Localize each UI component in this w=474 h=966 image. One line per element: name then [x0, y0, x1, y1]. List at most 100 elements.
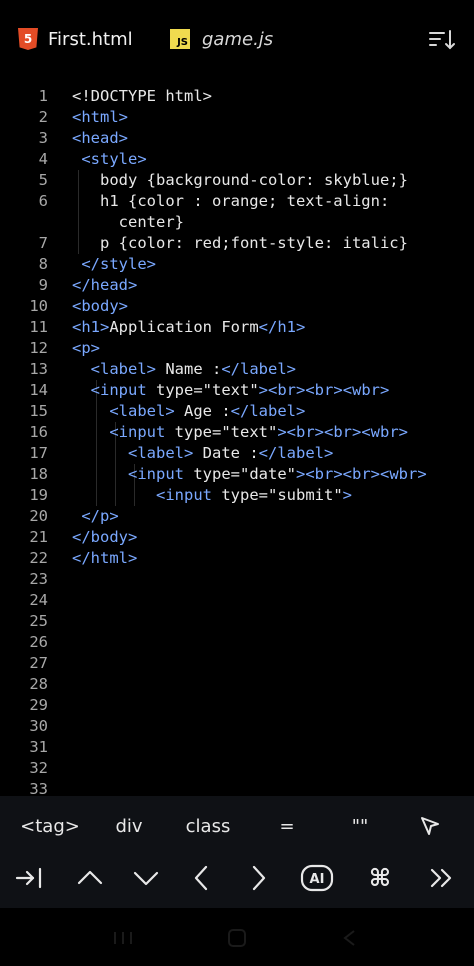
tab-first-html[interactable]: 5 First.html: [18, 24, 133, 54]
line-number: 17: [29, 444, 48, 462]
code-line[interactable]: center}: [0, 212, 474, 233]
code-line[interactable]: 33: [0, 779, 474, 796]
code-line[interactable]: 24: [0, 590, 474, 611]
key-down[interactable]: [120, 856, 172, 900]
code-text: <label> Age :</label>: [109, 402, 306, 420]
code-line[interactable]: 30: [0, 716, 474, 737]
code-line[interactable]: 6 h1 {color : orange; text-align:: [0, 191, 474, 212]
key-class[interactable]: class: [172, 806, 244, 846]
code-text: </p>: [81, 507, 119, 525]
code-line[interactable]: 25: [0, 611, 474, 632]
key-quotes[interactable]: "": [324, 806, 396, 846]
code-line[interactable]: 29: [0, 695, 474, 716]
line-number: 16: [29, 423, 48, 441]
key-equals[interactable]: =: [251, 806, 323, 846]
line-number: 9: [38, 276, 48, 294]
key-cursor-pointer[interactable]: [394, 806, 466, 846]
code-line[interactable]: 26: [0, 632, 474, 653]
code-line[interactable]: 28: [0, 674, 474, 695]
home-icon[interactable]: [226, 928, 248, 948]
code-text: </style>: [81, 255, 157, 273]
code-line[interactable]: 15 <label> Age :</label>: [0, 401, 474, 422]
code-line[interactable]: 9 </head>: [0, 275, 474, 296]
js-icon: JS: [170, 29, 190, 49]
code-line[interactable]: 2 <html>: [0, 107, 474, 128]
line-number: 11: [29, 318, 48, 336]
chevron-down-icon: [133, 871, 159, 886]
code-line[interactable]: 11 <h1>Application Form</h1>: [0, 317, 474, 338]
code-text: h1 {color : orange; text-align:: [72, 192, 390, 210]
code-text: <input type="submit">: [156, 486, 352, 504]
key-label: ⌘: [369, 864, 391, 892]
navigation-key-row: AI ⌘: [0, 856, 474, 900]
tab-icon: [15, 867, 42, 889]
line-number: 26: [29, 633, 48, 651]
code-line[interactable]: 4 <style>: [0, 149, 474, 170]
code-line[interactable]: 27: [0, 653, 474, 674]
key-ai[interactable]: AI: [291, 856, 343, 900]
back-icon[interactable]: [340, 928, 360, 948]
code-text: center}: [72, 213, 184, 231]
key-right[interactable]: [232, 856, 284, 900]
line-number: 19: [29, 486, 48, 504]
line-number: 7: [38, 234, 48, 252]
code-line[interactable]: 19 <input type="submit">: [0, 485, 474, 506]
code-line[interactable]: 17 <label> Date :</label>: [0, 443, 474, 464]
code-text: </html>: [72, 549, 138, 567]
code-line[interactable]: 32: [0, 758, 474, 779]
key-command[interactable]: ⌘: [354, 856, 406, 900]
line-number: 5: [38, 171, 48, 189]
line-number: 29: [29, 696, 48, 714]
code-line[interactable]: 8 </style>: [0, 254, 474, 275]
code-line[interactable]: 22 </html>: [0, 548, 474, 569]
code-text: <style>: [81, 150, 147, 168]
key-label: AI: [310, 872, 325, 887]
code-line[interactable]: 7 p {color: red;font-style: italic}: [0, 233, 474, 254]
code-line[interactable]: 23: [0, 569, 474, 590]
line-number: 25: [29, 612, 48, 630]
code-line[interactable]: 16 <input type="text"><br><br><wbr>: [0, 422, 474, 443]
code-editor[interactable]: 1 <!DOCTYPE html> 2 <html> 3 <head> 4 <style> 5…: [0, 86, 474, 796]
key-more[interactable]: [416, 856, 468, 900]
code-line[interactable]: 5 body {background-color: skyblue;}: [0, 170, 474, 191]
double-chevron-right-icon: [430, 868, 452, 888]
code-line[interactable]: 14 <input type="text"><br><br><wbr>: [0, 380, 474, 401]
code-text: </body>: [72, 528, 138, 546]
code-text: p {color: red;font-style: italic}: [72, 234, 408, 252]
line-number: 24: [29, 591, 48, 609]
key-div[interactable]: div: [93, 806, 165, 846]
line-number: 31: [29, 738, 48, 756]
code-text: <html>: [72, 108, 129, 126]
line-number: 30: [29, 717, 48, 735]
code-line[interactable]: 1 <!DOCTYPE html>: [0, 86, 474, 107]
chevron-right-icon: [252, 865, 266, 891]
html5-icon: 5: [18, 28, 38, 50]
recent-apps-icon[interactable]: [110, 928, 136, 948]
code-line[interactable]: 20 </p>: [0, 506, 474, 527]
code-line[interactable]: 18 <input type="date"><br><br><wbr>: [0, 464, 474, 485]
chevron-left-icon: [194, 865, 208, 891]
ai-icon: AI: [300, 864, 334, 892]
line-number: 12: [29, 339, 48, 357]
code-line[interactable]: 10 <body>: [0, 296, 474, 317]
code-line[interactable]: 13 <label> Name :</label>: [0, 359, 474, 380]
line-number: 28: [29, 675, 48, 693]
key-label: "": [351, 815, 369, 837]
code-line[interactable]: 31: [0, 737, 474, 758]
snippet-key-row: <tag> div class = "": [0, 806, 474, 846]
key-label: <tag>: [20, 815, 80, 837]
extra-keys-bar: <tag> div class = "" AI ⌘: [0, 796, 474, 908]
code-text: <head>: [72, 129, 129, 147]
sort-icon[interactable]: [428, 28, 456, 52]
key-tag[interactable]: <tag>: [14, 806, 86, 846]
code-line[interactable]: 12 <p>: [0, 338, 474, 359]
key-tab[interactable]: [4, 856, 56, 900]
key-left[interactable]: [176, 856, 228, 900]
code-line[interactable]: 21 </body>: [0, 527, 474, 548]
tab-label: First.html: [48, 28, 133, 50]
code-line[interactable]: 3 <head>: [0, 128, 474, 149]
line-number: 33: [29, 780, 48, 796]
key-up[interactable]: [64, 856, 116, 900]
tab-game-js[interactable]: JS game.js: [170, 24, 273, 54]
line-number: 27: [29, 654, 48, 672]
